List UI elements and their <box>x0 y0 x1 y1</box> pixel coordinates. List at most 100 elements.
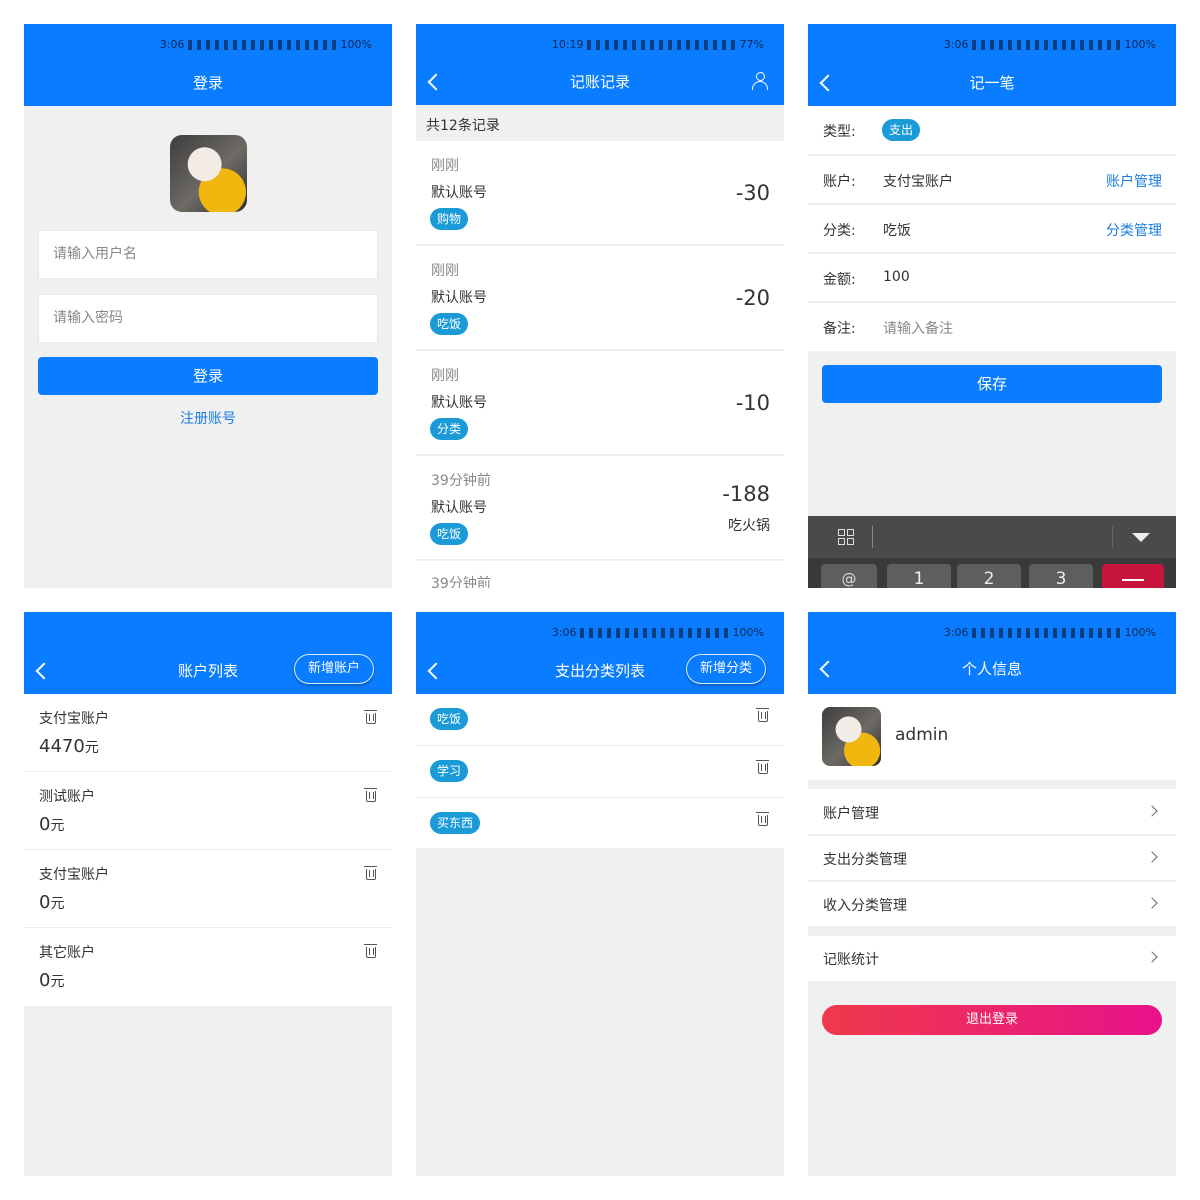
key-3[interactable]: 3 <box>1029 564 1093 588</box>
record-amount: -30 <box>735 181 770 205</box>
record-account: 默认账号 <box>431 395 487 411</box>
record-tag: 分类 <box>430 418 469 440</box>
menu-item-expense-category[interactable]: 支出分类管理 <box>808 836 1176 881</box>
menu-item-statistics[interactable]: 记账统计 <box>808 936 1176 981</box>
account-manage-link[interactable]: 账户管理 <box>1106 171 1162 191</box>
trash-icon[interactable] <box>756 760 769 774</box>
key-label: 3 <box>1055 569 1067 588</box>
record-item[interactable]: 刚刚 默认账号 吃饭 -20 <box>416 246 784 350</box>
category-tag: 吃饭 <box>430 708 469 730</box>
category-label: 分类: <box>823 223 856 239</box>
key-2[interactable]: 2 <box>957 564 1021 588</box>
type-row: 类型: 支出 <box>808 106 1176 155</box>
grid-icon[interactable] <box>838 529 854 545</box>
amount-row[interactable]: 金额: 100 <box>808 254 1176 302</box>
chevron-right-icon <box>1146 805 1158 817</box>
trash-icon[interactable] <box>756 812 769 826</box>
profile-header: 3:06 100% 个人信息 <box>808 612 1176 694</box>
account-item[interactable]: 支付宝账户 4470元 <box>24 694 392 772</box>
category-tag: 买东西 <box>430 812 481 834</box>
add-record-header: 3:06 100% 记一笔 <box>808 24 1176 106</box>
chevron-right-icon <box>1146 851 1158 863</box>
account-name: 支付宝账户 <box>39 711 109 727</box>
key-1[interactable]: 1 <box>887 564 951 588</box>
record-item[interactable]: 39分钟前 <box>416 561 784 588</box>
account-item[interactable]: 测试账户 0元 <box>24 772 392 850</box>
username-input[interactable]: 请输入用户名 <box>38 230 378 279</box>
profile-card[interactable]: admin <box>808 694 1176 780</box>
backspace-icon <box>1122 579 1144 581</box>
status-bar: 3:06 100% <box>944 38 1156 51</box>
user-icon[interactable] <box>752 72 768 90</box>
toolbar-divider <box>872 526 873 548</box>
record-time: 刚刚 <box>431 368 459 384</box>
note-row[interactable]: 备注: 请输入备注 <box>808 303 1176 351</box>
keyboard: @ 1 2 3 <box>808 516 1176 588</box>
category-list: 吃饭 学习 买东西 <box>416 694 784 848</box>
register-link[interactable]: 注册账号 <box>24 408 392 428</box>
category-row[interactable]: 分类: 吃饭 分类管理 <box>808 205 1176 253</box>
note-input[interactable]: 请输入备注 <box>883 318 953 338</box>
trash-icon[interactable] <box>364 710 377 724</box>
category-manage-link[interactable]: 分类管理 <box>1106 220 1162 240</box>
record-item[interactable]: 刚刚 默认账号 分类 -10 <box>416 351 784 455</box>
account-balance: 0元 <box>39 892 64 913</box>
record-count: 共12条记录 <box>426 118 500 134</box>
logout-button[interactable]: 退出登录 <box>822 1005 1162 1035</box>
category-value[interactable]: 吃饭 <box>883 220 911 240</box>
key-at[interactable]: @ <box>821 564 877 588</box>
record-note: 吃火锅 <box>728 518 770 534</box>
type-tag[interactable]: 支出 <box>882 119 921 141</box>
balance-value: 0 <box>39 814 51 835</box>
category-tag: 学习 <box>430 760 469 782</box>
accounts-screen: 账户列表 新增账户 支付宝账户 4470元 测试账户 0元 支付宝账户 0元 其… <box>24 612 392 1176</box>
login-header: 3:06 100% 登录 <box>24 24 392 106</box>
add-account-button[interactable]: 新增账户 <box>293 654 374 684</box>
trash-icon[interactable] <box>364 944 377 958</box>
menu-label: 收入分类管理 <box>823 898 907 914</box>
status-time: 3:06 <box>159 38 185 51</box>
collapse-keyboard-icon[interactable] <box>1132 533 1150 542</box>
record-time: 刚刚 <box>431 263 459 279</box>
avatar <box>170 135 247 212</box>
add-category-button[interactable]: 新增分类 <box>685 654 766 684</box>
menu-item-income-category[interactable]: 收入分类管理 <box>808 882 1176 926</box>
page-title: 记一笔 <box>969 74 1015 92</box>
account-item[interactable]: 其它账户 0元 <box>24 928 392 1006</box>
chevron-right-icon <box>1146 897 1158 909</box>
record-amount: -20 <box>735 286 770 310</box>
save-button[interactable]: 保存 <box>822 365 1162 403</box>
status-time: 3:06 <box>943 626 969 639</box>
battery-level: 100% <box>1124 626 1156 639</box>
trash-icon[interactable] <box>364 866 377 880</box>
account-balance: 4470元 <box>39 736 99 757</box>
status-time: 3:06 <box>943 38 969 51</box>
login-button[interactable]: 登录 <box>38 357 378 395</box>
status-icons <box>579 628 730 638</box>
record-item[interactable]: 39分钟前 默认账号 吃饭 -188 吃火锅 <box>416 456 784 560</box>
trash-icon[interactable] <box>364 788 377 802</box>
category-item[interactable]: 吃饭 <box>416 694 784 746</box>
record-item[interactable]: 刚刚 默认账号 购物 -30 <box>416 141 784 245</box>
account-row[interactable]: 账户: 支付宝账户 账户管理 <box>808 156 1176 204</box>
records-header: 10:19 77% 记账记录 <box>416 24 784 105</box>
menu-item-account-manage[interactable]: 账户管理 <box>808 789 1176 835</box>
menu-label: 记账统计 <box>823 952 879 968</box>
record-amount: -188 <box>722 482 770 506</box>
category-item[interactable]: 学习 <box>416 746 784 798</box>
password-input[interactable]: 请输入密码 <box>38 294 378 343</box>
status-bar: 3:06 100% <box>944 626 1156 639</box>
menu-label: 支出分类管理 <box>823 852 907 868</box>
keyboard-toolbar <box>808 516 1176 558</box>
balance-value: 0 <box>39 970 51 991</box>
backspace-key[interactable] <box>1102 564 1164 588</box>
menu-label: 账户管理 <box>823 806 879 822</box>
trash-icon[interactable] <box>756 708 769 722</box>
type-label: 类型: <box>823 124 856 140</box>
status-bar: 3:06 100% <box>160 38 372 51</box>
account-item[interactable]: 支付宝账户 0元 <box>24 850 392 928</box>
category-item[interactable]: 买东西 <box>416 798 784 848</box>
account-balance: 0元 <box>39 814 64 835</box>
account-value[interactable]: 支付宝账户 <box>883 171 953 191</box>
amount-input[interactable]: 100 <box>883 269 910 285</box>
